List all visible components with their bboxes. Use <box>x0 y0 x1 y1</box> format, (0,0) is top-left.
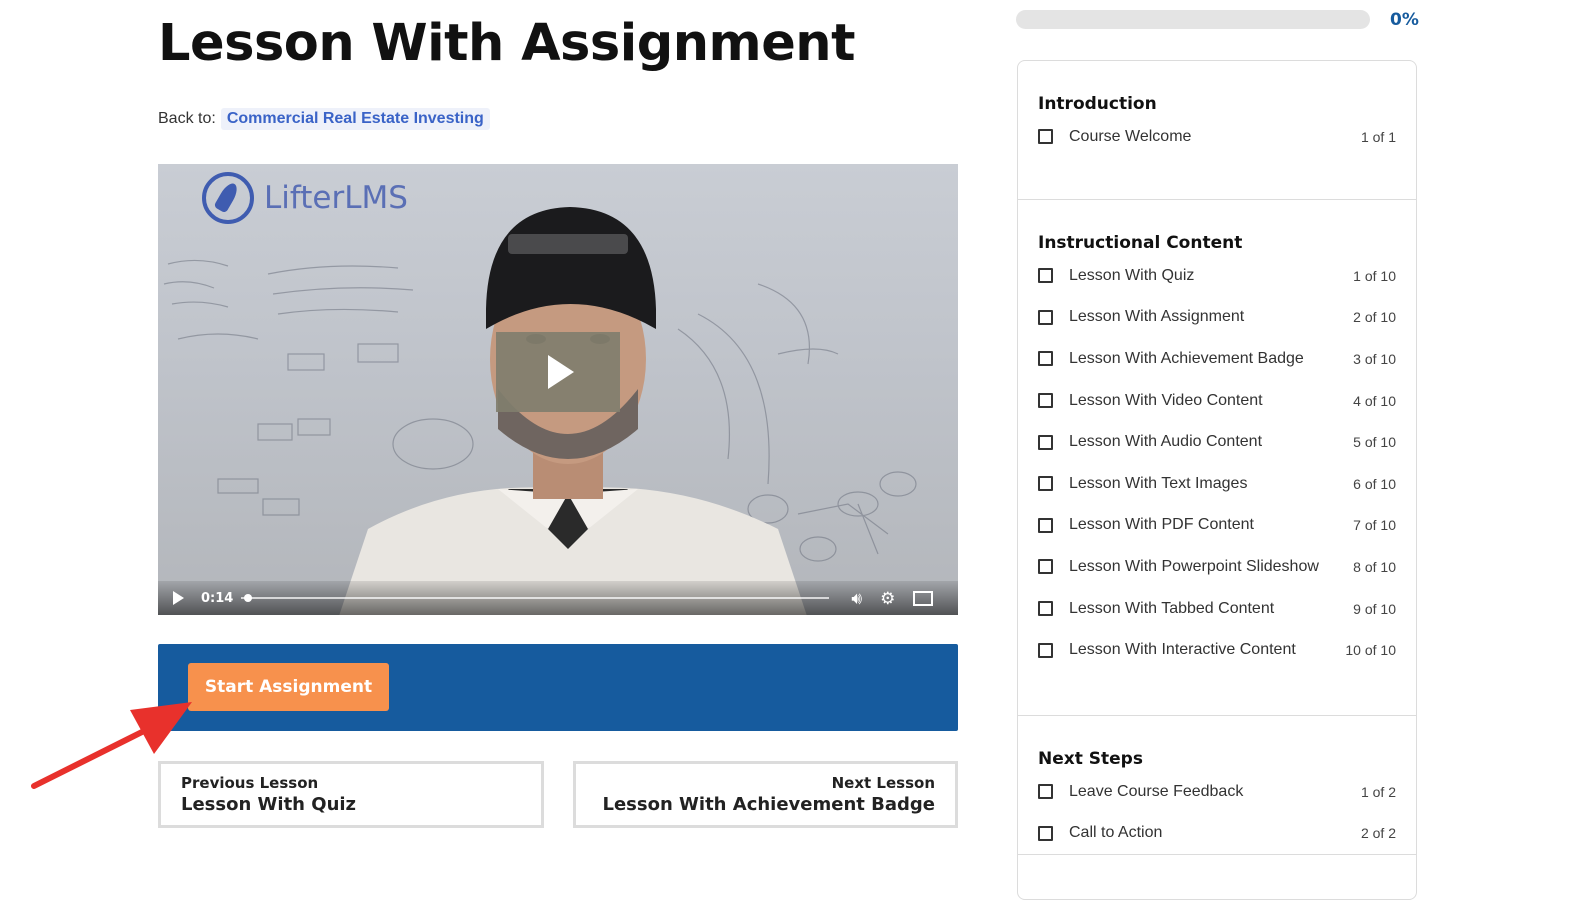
lesson-name: Leave Course Feedback <box>1069 782 1244 800</box>
lesson-count: 1 of 10 <box>1353 267 1396 284</box>
course-progress-bar <box>1016 10 1370 29</box>
syllabus-lesson-item[interactable]: Lesson With Video Content 4 of 10 <box>1038 380 1396 422</box>
completion-checkbox-icon <box>1038 268 1053 284</box>
lesson-count: 8 of 10 <box>1353 558 1396 575</box>
assignment-bar: Start Assignment <box>158 644 958 731</box>
lesson-count: 6 of 10 <box>1353 475 1396 492</box>
previous-lesson-label: Previous Lesson <box>181 774 319 792</box>
lesson-count: 10 of 10 <box>1345 642 1396 659</box>
syllabus-lesson-item[interactable]: Lesson With Quiz 1 of 10 <box>1038 255 1396 297</box>
lesson-name: Call to Action <box>1069 824 1163 842</box>
video-controls: 0:14 🔊︎ ⚙︎ <box>158 581 958 615</box>
syllabus-section: Instructional Content Lesson With Quiz 1 o… <box>1018 200 1416 716</box>
completion-checkbox-icon <box>1038 642 1053 658</box>
section-title: Next Steps <box>1038 749 1143 769</box>
lesson-name: Lesson With Video Content <box>1069 391 1263 409</box>
lesson-count: 1 of 2 <box>1360 783 1396 800</box>
previous-lesson-button[interactable]: Previous Lesson Lesson With Quiz <box>158 761 544 828</box>
syllabus-lesson-item[interactable]: Call to Action 2 of 2 <box>1038 813 1396 855</box>
syllabus-lesson-item[interactable]: Lesson With Powerpoint Slideshow 8 of 10 <box>1038 546 1396 588</box>
lesson-name: Lesson With PDF Content <box>1069 516 1254 534</box>
section-title: Introduction <box>1038 94 1157 114</box>
lesson-name: Lesson With Tabbed Content <box>1069 599 1275 617</box>
completion-checkbox-icon <box>1038 129 1053 145</box>
syllabus-lesson-item[interactable]: Lesson With Achievement Badge 3 of 10 <box>1038 338 1396 380</box>
completion-checkbox-icon <box>1038 476 1053 492</box>
next-lesson-label: Next Lesson <box>831 774 935 792</box>
scrubber-handle[interactable] <box>244 594 253 602</box>
syllabus-lesson-item[interactable]: Lesson With Tabbed Content 9 of 10 <box>1038 588 1396 630</box>
syllabus-section: Next Steps Leave Course Feedback 1 of 2 Cal… <box>1018 716 1416 856</box>
rocket-icon <box>202 172 254 224</box>
completion-checkbox-icon <box>1038 517 1053 533</box>
lesson-name: Lesson With Audio Content <box>1069 433 1263 451</box>
lesson-count: 9 of 10 <box>1353 600 1396 617</box>
syllabus-lesson-item[interactable]: Lesson With PDF Content 7 of 10 <box>1038 505 1396 547</box>
video-scrubber[interactable] <box>241 591 830 605</box>
next-lesson-button[interactable]: Next Lesson Lesson With Achievement Badg… <box>573 761 958 828</box>
breadcrumb: Back to: Commercial Real Estate Investin… <box>158 108 490 130</box>
completion-checkbox-icon <box>1038 601 1053 617</box>
lesson-name: Lesson With Quiz <box>1069 266 1195 284</box>
completion-checkbox-icon <box>1038 784 1053 800</box>
syllabus-lesson-item[interactable]: Lesson With Text Images 6 of 10 <box>1038 463 1396 505</box>
play-button-large[interactable] <box>496 332 620 412</box>
play-icon[interactable] <box>173 591 184 605</box>
lesson-count: 2 of 10 <box>1353 309 1396 326</box>
syllabus-lesson-item[interactable]: Leave Course Feedback 1 of 2 <box>1038 771 1396 813</box>
lesson-count: 7 of 10 <box>1353 517 1396 534</box>
lesson-count: 3 of 10 <box>1353 350 1396 367</box>
lesson-name: Lesson With Achievement Badge <box>1069 349 1304 367</box>
next-lesson-title: Lesson With Achievement Badge <box>602 794 936 815</box>
scrubber-track <box>241 597 830 599</box>
completion-checkbox-icon <box>1038 434 1053 450</box>
completion-checkbox-icon <box>1038 825 1053 841</box>
previous-lesson-title: Lesson With Quiz <box>181 794 357 815</box>
video-player[interactable]: LifterLMS 0:14 🔊︎ ⚙︎ <box>158 164 958 615</box>
syllabus-lesson-item[interactable]: Lesson With Interactive Content 10 of 10 <box>1038 629 1396 671</box>
lesson-name: Lesson With Text Images <box>1069 474 1248 492</box>
lesson-name: Lesson With Powerpoint Slideshow <box>1069 557 1319 575</box>
course-syllabus: Introduction Course Welcome 1 of 1 Instruct… <box>1017 60 1417 900</box>
syllabus-section: Introduction Course Welcome 1 of 1 <box>1018 61 1416 200</box>
syllabus-lesson-item[interactable]: Lesson With Assignment 2 of 10 <box>1038 297 1396 339</box>
back-label: Back to: <box>158 110 216 127</box>
lesson-name: Lesson With Assignment <box>1069 308 1245 326</box>
lesson-name: Lesson With Interactive Content <box>1069 641 1296 659</box>
section-title: Instructional Content <box>1038 233 1243 253</box>
completion-checkbox-icon <box>1038 559 1053 575</box>
syllabus-lesson-item[interactable]: Lesson With Audio Content 5 of 10 <box>1038 421 1396 463</box>
play-icon <box>548 355 574 389</box>
volume-icon[interactable]: 🔊︎ <box>851 590 862 607</box>
lesson-count: 4 of 10 <box>1353 392 1396 409</box>
lesson-name: Course Welcome <box>1069 127 1192 145</box>
start-assignment-button[interactable]: Start Assignment <box>188 663 389 711</box>
back-to-course-link[interactable]: Commercial Real Estate Investing <box>220 108 490 130</box>
syllabus-lesson-item[interactable]: Course Welcome 1 of 1 <box>1038 116 1396 158</box>
fullscreen-icon[interactable] <box>913 590 934 606</box>
completion-checkbox-icon <box>1038 351 1053 367</box>
lesson-count: 2 of 2 <box>1360 825 1396 842</box>
completion-checkbox-icon <box>1038 309 1053 325</box>
settings-gear-icon[interactable]: ⚙︎ <box>880 590 895 607</box>
lesson-count: 5 of 10 <box>1353 434 1396 451</box>
progress-percent: 0% <box>1390 10 1419 30</box>
completion-checkbox-icon <box>1038 393 1053 409</box>
page-title: Lesson With Assignment <box>158 14 855 73</box>
video-time: 0:14 <box>201 590 234 606</box>
lesson-count: 1 of 1 <box>1360 128 1396 145</box>
